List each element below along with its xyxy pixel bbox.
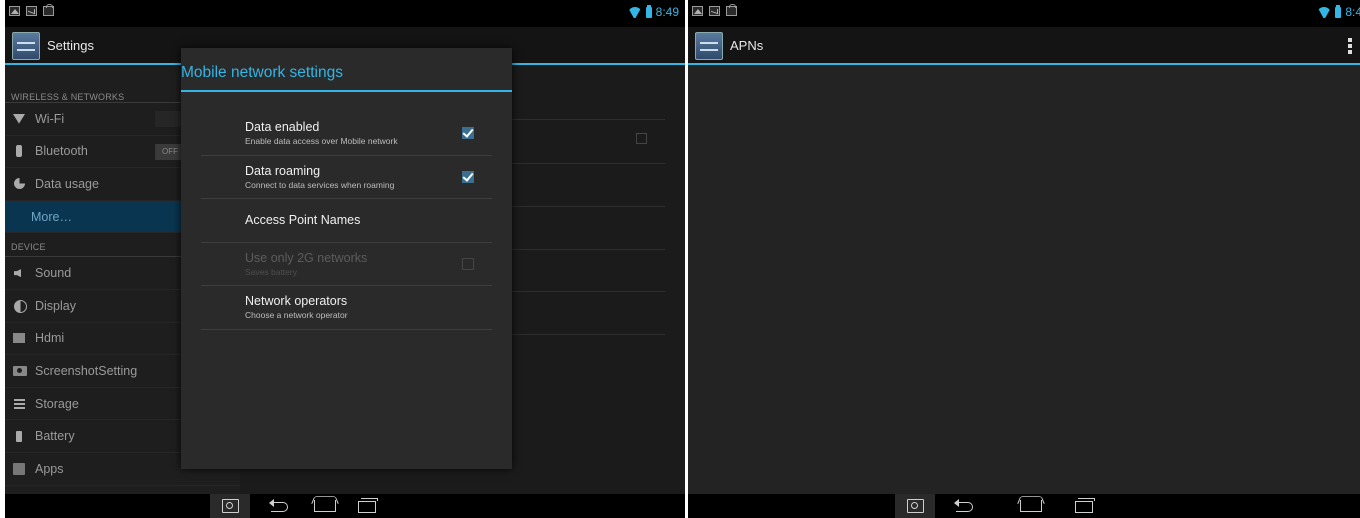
option-summary: Connect to data services when roaming [245,179,395,190]
data-enabled-option[interactable]: Data enabled Enable data access over Mob… [201,112,492,156]
option-summary: Saves battery [245,266,297,277]
apps-icon [13,462,27,475]
navigation-bar [688,494,1360,518]
storage-icon [13,398,27,410]
use-only-2g-checkbox [462,257,474,270]
recents-icon[interactable] [356,494,378,518]
overflow-menu-icon[interactable] [1348,38,1352,54]
notification-icons [9,4,54,16]
data-roaming-option[interactable]: Data roaming Connect to data services wh… [201,156,492,199]
display-icon [13,299,27,313]
settings-item-label: Sound [35,266,72,281]
option-summary: Choose a network operator [245,310,348,321]
home-icon[interactable] [312,494,336,518]
wifi-icon [13,113,27,125]
data-enabled-checkbox[interactable] [462,127,474,139]
settings-item-label: Storage [35,396,79,411]
settings-item-label: Data usage [35,176,99,191]
wifi-signal-icon [1317,6,1331,18]
bluetooth-icon [13,145,27,158]
screenshot-icon[interactable] [210,494,250,518]
option-title: Access Point Names [245,213,361,228]
network-operators-option[interactable]: Network operators Choose a network opera… [201,286,492,330]
gallery-notification-icon [9,6,20,16]
action-bar-title: APNs [730,38,764,53]
option-title: Network operators [245,294,348,309]
clock: 8:49 [655,5,679,19]
settings-item-label: Display [35,298,76,313]
sound-icon [13,267,27,279]
navigation-bar [5,494,685,518]
action-bar: APNs [688,27,1360,65]
mobile-network-settings-dialog: Mobile network settings Data enabled Ena… [181,48,512,469]
settings-item-label: More… [31,209,72,224]
hdmi-icon [13,332,27,344]
battery-status-icon [1335,4,1342,18]
settings-item-label: Apps [35,461,64,476]
status-icons: 8:49 [628,4,679,19]
settings-app-icon[interactable] [695,32,723,60]
apns-screen: 8:4 APNs [688,0,1360,518]
mail-notification-icon [709,6,720,16]
back-icon[interactable] [269,494,291,518]
settings-item-label: ScreenshotSetting [35,363,138,378]
screenshot-icon[interactable] [895,494,935,518]
action-bar-title: Settings [47,38,94,53]
mail-notification-icon [26,6,37,16]
data-usage-icon [13,177,27,190]
status-bar: 8:49 [5,0,685,27]
battery-status-icon [645,4,652,18]
status-icons: 8:4 [1317,4,1360,19]
option-title: Use only 2G networks [245,250,368,265]
option-title: Data enabled [245,120,320,135]
store-notification-icon [43,4,54,16]
wifi-signal-icon [628,6,642,18]
dialog-title: Mobile network settings [181,48,512,92]
option-summary: Enable data access over Mobile network [245,136,398,147]
option-title: Data roaming [245,163,321,178]
settings-app-icon[interactable] [12,32,40,60]
background-checkbox [636,133,647,144]
store-notification-icon [726,4,737,16]
camera-icon [13,365,27,377]
access-point-names-option[interactable]: Access Point Names [201,199,492,243]
notification-icons [692,4,737,16]
gallery-notification-icon [692,6,703,16]
settings-item-label: Battery [35,429,75,444]
settings-item-label: Bluetooth [35,144,88,159]
use-only-2g-option: Use only 2G networks Saves battery [201,243,492,286]
recents-icon[interactable] [1073,494,1095,518]
dialog-title-text: Mobile network settings [181,64,343,81]
status-bar: 8:4 [688,0,1360,27]
settings-screen: 8:49 Settings WIRELESS & NETWORKS Wi-Fi … [5,0,685,518]
clock: 8:4 [1345,5,1360,19]
dialog-body: Data enabled Enable data access over Mob… [181,92,512,330]
apn-list [688,67,1360,494]
settings-item-label: Hdmi [35,331,65,346]
settings-item-label: Wi-Fi [35,111,65,126]
battery-icon [13,430,27,443]
home-icon[interactable] [1018,494,1042,518]
data-roaming-checkbox[interactable] [462,170,474,183]
back-icon[interactable] [954,494,976,518]
